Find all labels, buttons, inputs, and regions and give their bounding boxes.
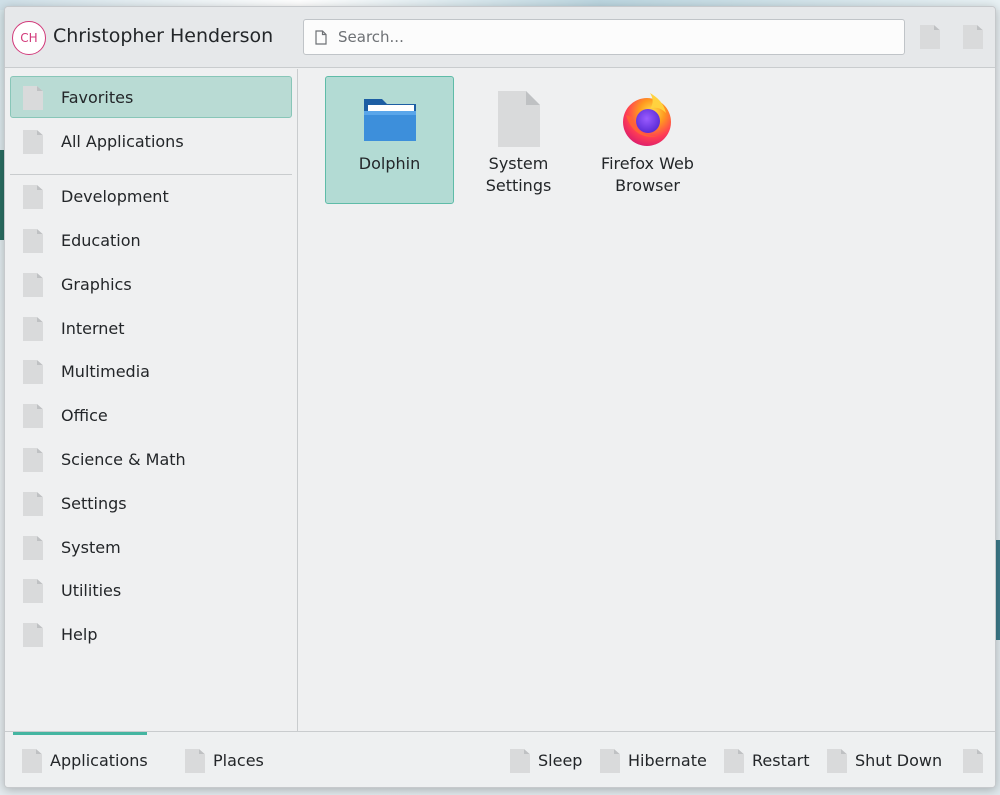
power-button-label: Hibernate xyxy=(628,751,707,770)
folder-icon xyxy=(364,99,416,141)
document-placeholder-icon xyxy=(23,185,43,209)
sidebar-item-all-applications[interactable]: All Applications xyxy=(10,120,292,162)
hibernate-button[interactable]: Hibernate xyxy=(600,746,707,776)
configure-button[interactable] xyxy=(920,25,940,49)
document-placeholder-icon xyxy=(23,229,43,253)
sidebar-item-label: Education xyxy=(61,231,141,250)
launcher-header: CH Christopher Henderson xyxy=(5,7,995,68)
document-placeholder-icon xyxy=(23,404,43,428)
sidebar-item-education[interactable]: Education xyxy=(10,219,292,261)
app-tile-label: Dolphin xyxy=(358,154,421,173)
sidebar-item-development[interactable]: Development xyxy=(10,175,292,217)
category-sidebar: Favorites All Applications Development E… xyxy=(5,69,298,731)
sidebar-item-office[interactable]: Office xyxy=(10,394,292,436)
sidebar-item-settings[interactable]: Settings xyxy=(10,482,292,524)
document-placeholder-icon xyxy=(23,273,43,297)
app-tile-dolphin[interactable]: Dolphin xyxy=(325,76,454,204)
document-placeholder-icon xyxy=(23,317,43,341)
sidebar-item-utilities[interactable]: Utilities xyxy=(10,569,292,611)
sidebar-item-favorites[interactable]: Favorites xyxy=(10,76,292,118)
tab-label: Places xyxy=(213,751,264,770)
launcher-footer: Applications Places Sleep Hibernate Rest… xyxy=(5,731,995,787)
application-launcher: CH Christopher Henderson Favorites All A… xyxy=(4,6,996,788)
sidebar-item-help[interactable]: Help xyxy=(10,613,292,655)
app-tile-label: System Settings xyxy=(485,154,552,195)
document-placeholder-icon xyxy=(23,360,43,384)
document-placeholder-icon xyxy=(23,536,43,560)
document-placeholder-icon xyxy=(185,749,205,773)
sidebar-item-graphics[interactable]: Graphics xyxy=(10,263,292,305)
sidebar-item-label: Development xyxy=(61,187,169,206)
document-placeholder-icon xyxy=(724,749,744,773)
power-button-label: Sleep xyxy=(538,751,583,770)
tab-label: Applications xyxy=(50,751,148,770)
sidebar-item-label: Multimedia xyxy=(61,362,150,381)
sidebar-item-label: System xyxy=(61,538,121,557)
sidebar-item-internet[interactable]: Internet xyxy=(10,307,292,349)
document-placeholder-icon xyxy=(23,579,43,603)
document-placeholder-icon xyxy=(600,749,620,773)
sidebar-item-label: Office xyxy=(61,406,108,425)
sidebar-item-label: Graphics xyxy=(61,275,132,294)
user-name: Christopher Henderson xyxy=(53,25,274,47)
sidebar-item-science-math[interactable]: Science & Math xyxy=(10,438,292,480)
app-tile-system-settings[interactable]: System Settings xyxy=(454,76,583,204)
firefox-icon xyxy=(623,93,671,146)
document-placeholder-icon xyxy=(22,749,42,773)
document-placeholder-icon xyxy=(23,492,43,516)
app-tile-label: Firefox Web Browser xyxy=(601,154,694,195)
shut-down-button[interactable]: Shut Down xyxy=(827,746,943,776)
tab-places[interactable]: Places xyxy=(185,746,265,776)
sidebar-item-multimedia[interactable]: Multimedia xyxy=(10,350,292,392)
document-placeholder-icon xyxy=(498,91,540,147)
avatar-initials: CH xyxy=(20,31,38,45)
document-placeholder-icon xyxy=(23,623,43,647)
document-placeholder-icon xyxy=(827,749,847,773)
app-tile-firefox[interactable]: Firefox Web Browser xyxy=(583,76,712,204)
more-power-options-button[interactable] xyxy=(963,746,985,776)
sidebar-item-label: Internet xyxy=(61,319,125,338)
power-button-label: Shut Down xyxy=(855,751,943,770)
user-avatar[interactable]: CH xyxy=(12,21,46,55)
power-button-label: Restart xyxy=(752,751,810,770)
favorites-grid: Dolphin System Settings Firefox Web Brow… xyxy=(299,69,995,731)
sidebar-item-label: Help xyxy=(61,625,98,644)
pin-button[interactable] xyxy=(963,25,983,49)
search-box[interactable] xyxy=(303,19,905,55)
document-placeholder-icon xyxy=(23,130,43,154)
document-icon xyxy=(315,30,327,45)
document-placeholder-icon xyxy=(963,749,983,773)
tab-applications[interactable]: Applications xyxy=(22,746,148,776)
document-placeholder-icon xyxy=(920,25,940,49)
document-placeholder-icon xyxy=(963,25,983,49)
document-placeholder-icon xyxy=(23,448,43,472)
sidebar-item-label: All Applications xyxy=(61,132,184,151)
restart-button[interactable]: Restart xyxy=(724,746,810,776)
sidebar-item-system[interactable]: System xyxy=(10,526,292,568)
sidebar-item-label: Science & Math xyxy=(61,450,186,469)
sidebar-item-label: Settings xyxy=(61,494,127,513)
sleep-button[interactable]: Sleep xyxy=(510,746,583,776)
document-placeholder-icon xyxy=(23,86,43,110)
document-placeholder-icon xyxy=(510,749,530,773)
sidebar-item-label: Favorites xyxy=(61,88,134,107)
active-tab-indicator xyxy=(13,732,147,735)
search-input[interactable] xyxy=(338,20,898,54)
sidebar-item-label: Utilities xyxy=(61,581,122,600)
